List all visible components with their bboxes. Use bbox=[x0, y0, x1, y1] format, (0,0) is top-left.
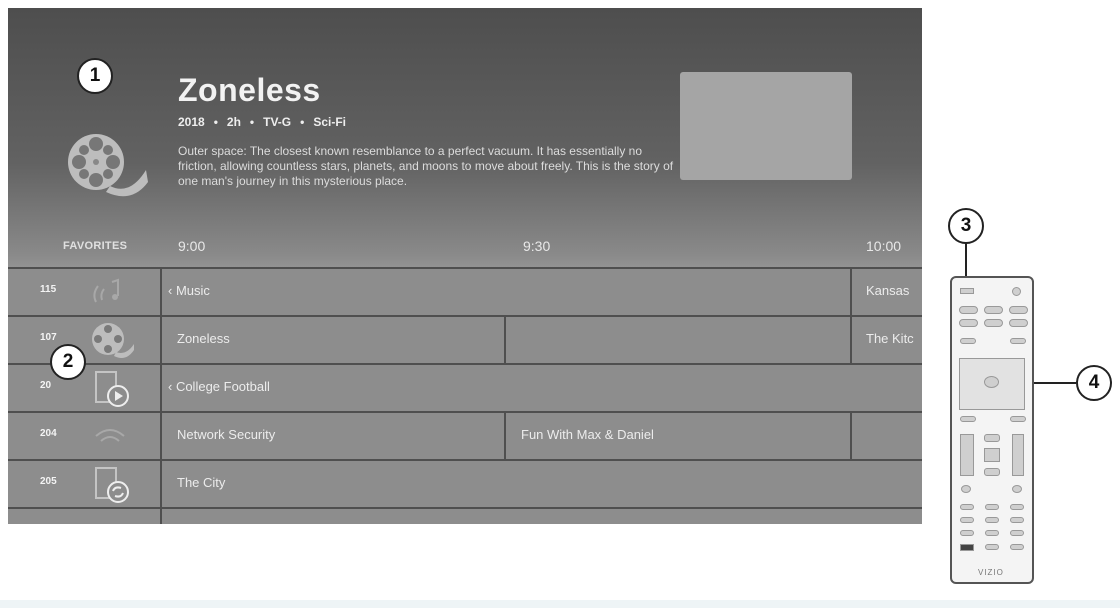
page-edge bbox=[0, 600, 1120, 608]
callout-3: 3 bbox=[948, 208, 984, 244]
program-cell[interactable]: Kansas bbox=[852, 269, 922, 315]
number-button[interactable] bbox=[960, 530, 974, 536]
guide-button[interactable] bbox=[1010, 416, 1026, 422]
app-button[interactable] bbox=[984, 319, 1003, 327]
remote-button[interactable] bbox=[984, 468, 1000, 476]
channel-row: 206 Weekend Recap bbox=[8, 507, 922, 524]
favorites-label[interactable]: FAVORITES bbox=[63, 240, 127, 252]
app-button[interactable] bbox=[959, 319, 978, 327]
power-button[interactable] bbox=[1012, 287, 1021, 296]
number-button[interactable] bbox=[985, 544, 999, 550]
ok-button[interactable] bbox=[984, 376, 999, 388]
program-cell[interactable]: Zoneless bbox=[162, 317, 506, 363]
tv-screen: Zoneless 2018 • 2h • TV-G • Sci-Fi Outer space… bbox=[8, 8, 922, 524]
channel-row: 115 ‹ Music Kansas bbox=[8, 267, 922, 315]
number-button[interactable] bbox=[1010, 544, 1024, 550]
channel-number: 20 bbox=[40, 380, 52, 391]
program-duration: 2h bbox=[226, 115, 241, 129]
film-reel-icon bbox=[68, 134, 148, 197]
number-button[interactable] bbox=[1010, 530, 1024, 536]
film-reel-icon bbox=[92, 323, 134, 358]
wifi-icon bbox=[95, 429, 125, 442]
channel-number: 204 bbox=[40, 428, 57, 439]
channel-cell[interactable]: 115 bbox=[8, 269, 162, 315]
preview-window bbox=[680, 72, 852, 180]
remote-brand-logo: VIZIO bbox=[978, 568, 1004, 577]
channel-cell[interactable]: 205 bbox=[8, 461, 162, 507]
channel-cell[interactable]: 206 bbox=[8, 509, 162, 524]
input-button[interactable] bbox=[960, 288, 974, 294]
program-title: Zoneless bbox=[178, 72, 321, 108]
remote-button[interactable] bbox=[984, 448, 1000, 462]
meta-separator: • bbox=[213, 115, 218, 129]
number-button[interactable] bbox=[1010, 504, 1024, 510]
program-year: 2018 bbox=[178, 115, 205, 129]
program-cell[interactable]: Network Security bbox=[162, 413, 506, 459]
program-cell[interactable]: The Kitc bbox=[852, 317, 922, 363]
number-button[interactable] bbox=[985, 504, 999, 510]
app-button[interactable] bbox=[984, 306, 1003, 314]
remote-button[interactable] bbox=[1012, 485, 1022, 493]
volume-rocker[interactable] bbox=[960, 434, 974, 476]
program-cell[interactable]: Fun With Max & Daniel bbox=[506, 413, 852, 459]
channel-row: 204 Network Security Fun With Max & Dani… bbox=[8, 411, 922, 459]
meta-separator: • bbox=[300, 115, 305, 129]
number-button[interactable] bbox=[985, 530, 999, 536]
channel-cell[interactable]: 204 bbox=[8, 413, 162, 459]
meta-separator: • bbox=[249, 115, 255, 129]
number-button[interactable] bbox=[1010, 517, 1024, 523]
number-button[interactable] bbox=[960, 517, 974, 523]
program-cell[interactable]: ‹ College Football bbox=[162, 365, 922, 411]
channel-row: 205 The City bbox=[8, 459, 922, 507]
app-button[interactable] bbox=[1009, 319, 1028, 327]
guide-grid: 115 ‹ Music Kansas 107 Zoneless The Kitc… bbox=[8, 267, 922, 524]
channel-number: 115 bbox=[40, 284, 57, 295]
program-meta: 2018 • 2h • TV-G • Sci-Fi bbox=[178, 115, 346, 129]
program-cell[interactable]: ‹ Music bbox=[162, 269, 852, 315]
program-genre: Sci-Fi bbox=[313, 115, 347, 129]
program-cell[interactable]: Weekend Recap bbox=[162, 509, 922, 524]
channel-row: 107 Zoneless The Kitc bbox=[8, 315, 922, 363]
number-button[interactable] bbox=[960, 504, 974, 510]
program-rating: TV-G bbox=[263, 115, 292, 129]
info-button[interactable] bbox=[1010, 338, 1026, 344]
menu-button[interactable] bbox=[960, 338, 976, 344]
remote-control: VIZIO bbox=[950, 276, 1034, 584]
program-description: Outer space: The closest known resemblan… bbox=[178, 144, 674, 188]
channel-row: 20 ‹ College Football bbox=[8, 363, 922, 411]
time-slot-label: 9:30 bbox=[523, 238, 551, 254]
back-button[interactable] bbox=[960, 416, 976, 422]
program-cell[interactable] bbox=[852, 413, 922, 459]
callout-4: 4 bbox=[1076, 365, 1112, 401]
remote-button[interactable] bbox=[984, 434, 1000, 442]
number-button[interactable] bbox=[985, 517, 999, 523]
channel-number: 107 bbox=[40, 332, 57, 343]
time-slot-label: 10:00 bbox=[866, 238, 902, 254]
program-cell[interactable] bbox=[506, 317, 852, 363]
channel-cell[interactable]: 20 bbox=[8, 365, 162, 411]
program-cell[interactable]: The City bbox=[162, 461, 922, 507]
music-note-icon bbox=[93, 278, 119, 303]
app-button[interactable] bbox=[1009, 306, 1028, 314]
callout-1: 1 bbox=[77, 58, 113, 94]
channel-number: 205 bbox=[40, 476, 57, 487]
video-sync-icon bbox=[95, 467, 129, 503]
remote-button[interactable] bbox=[960, 544, 974, 551]
video-play-icon bbox=[95, 371, 129, 407]
channel-rocker[interactable] bbox=[1012, 434, 1024, 476]
callout-2: 2 bbox=[50, 344, 86, 380]
time-slot-label: 9:00 bbox=[178, 238, 206, 254]
app-button[interactable] bbox=[959, 306, 978, 314]
remote-button[interactable] bbox=[961, 485, 971, 493]
